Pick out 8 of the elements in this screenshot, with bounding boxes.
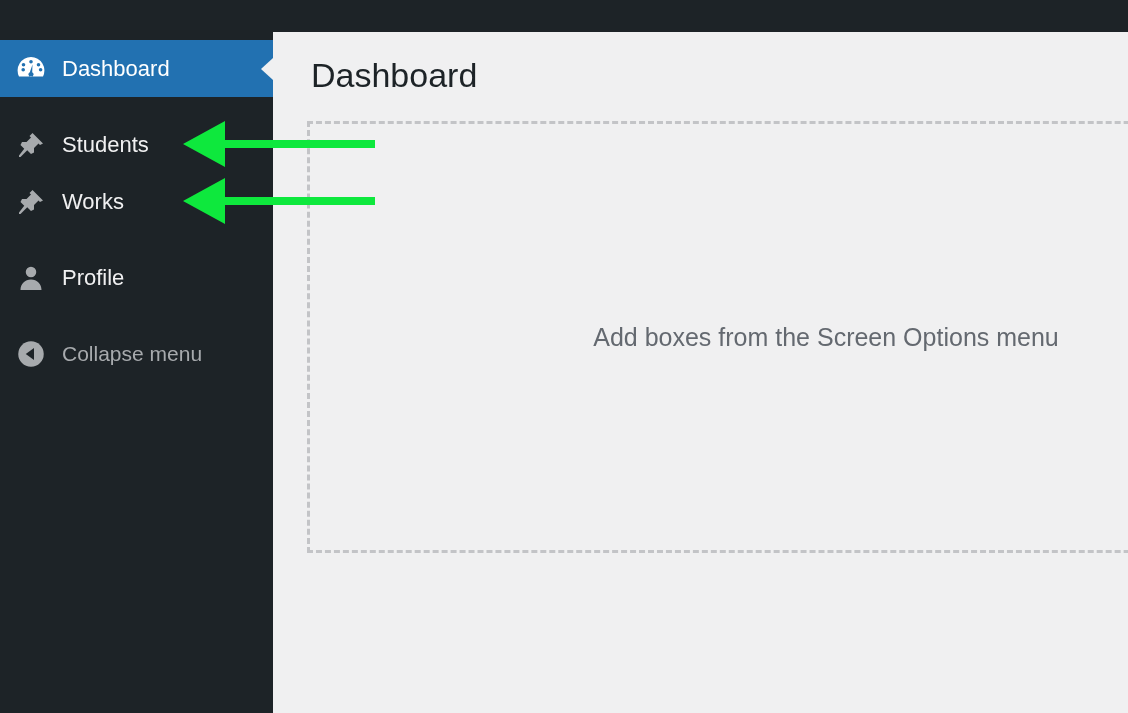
menu-item[interactable]: Works: [0, 173, 273, 230]
menu-item[interactable]: Profile: [0, 249, 273, 306]
menu-item[interactable]: Dashboard: [0, 40, 273, 97]
collapse-icon: [16, 338, 46, 369]
empty-message: Add boxes from the Screen Options menu: [593, 322, 1059, 352]
page-title: Dashboard: [311, 56, 479, 96]
menu-item[interactable]: Students: [0, 116, 273, 173]
menu-item[interactable]: Collapse menu: [0, 325, 273, 382]
